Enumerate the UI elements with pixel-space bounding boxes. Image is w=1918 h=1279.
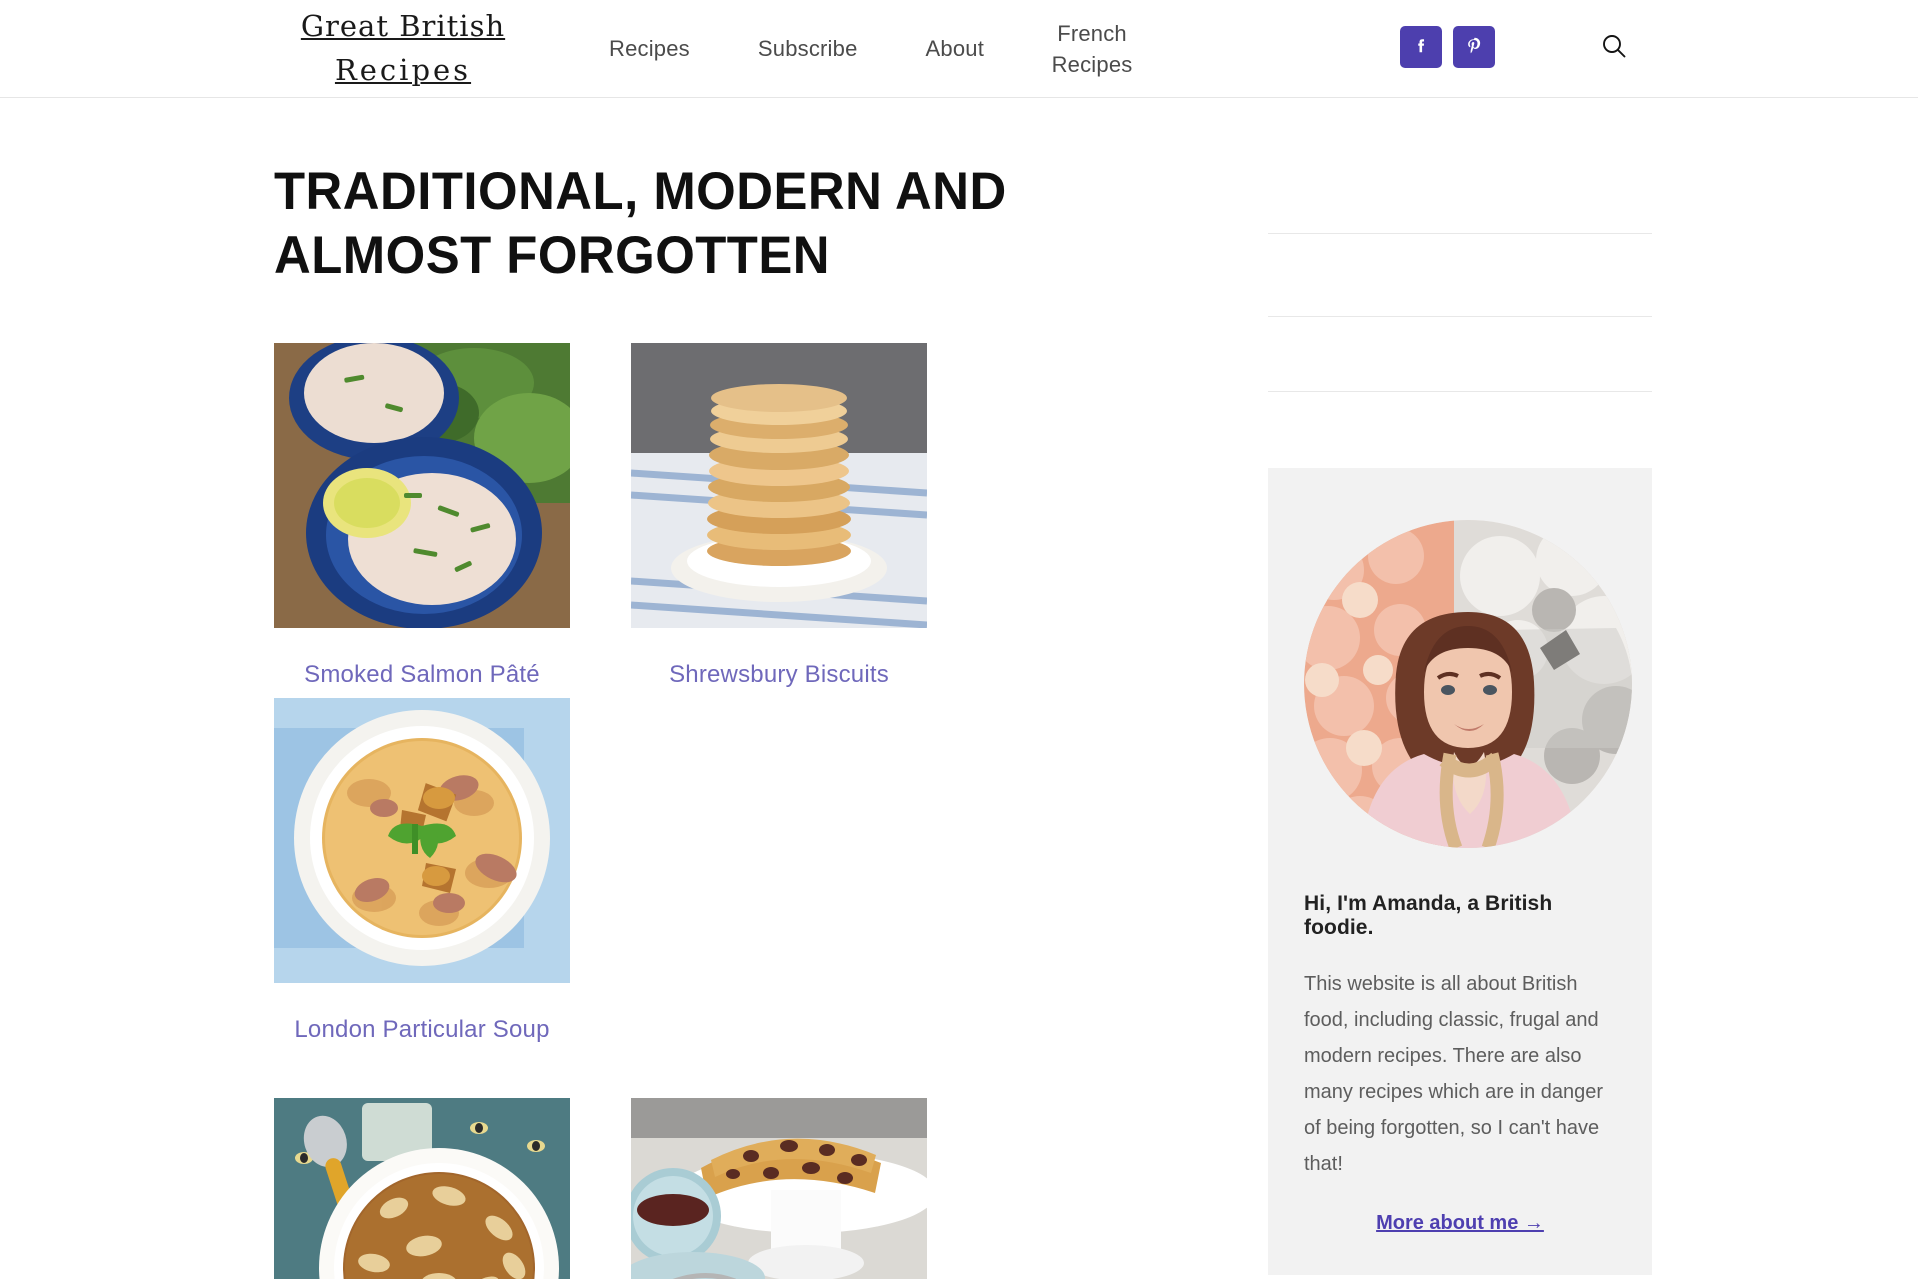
facebook-icon bbox=[1410, 36, 1432, 58]
about-widget: Hi, I'm Amanda, a British foodie. This w… bbox=[1268, 468, 1652, 1275]
recipe-card: Smoked Salmon Pâté bbox=[274, 343, 570, 698]
nav-item-about[interactable]: About bbox=[892, 33, 1019, 64]
avatar bbox=[1304, 520, 1632, 848]
social-links bbox=[1400, 26, 1495, 68]
logo-line-1: Great British bbox=[300, 9, 506, 43]
bio-heading: Hi, I'm Amanda, a British foodie. bbox=[1304, 892, 1553, 939]
pinterest-link[interactable] bbox=[1453, 26, 1495, 68]
recipe-card: Shrewsbury Biscuits bbox=[631, 343, 927, 698]
recipe-thumbnail-shrewsbury-biscuits[interactable] bbox=[631, 343, 927, 628]
page-body: Traditional, Modern and Almost Forgotten bbox=[0, 98, 1918, 1279]
more-about-me-link[interactable]: More about me → bbox=[1376, 1212, 1544, 1235]
main-navigation: Recipes Subscribe About French Recipes bbox=[575, 0, 1152, 97]
grid-row-spacer bbox=[274, 1053, 1184, 1098]
sidebar-ad-slot-top bbox=[1268, 233, 1652, 317]
recipe-thumbnail-smoked-salmon-pate[interactable] bbox=[274, 343, 570, 628]
recipe-title-link[interactable]: Smoked Salmon Pâté bbox=[274, 652, 570, 698]
search-icon bbox=[1599, 32, 1629, 65]
recipe-thumbnail-eves-pudding[interactable] bbox=[274, 1098, 570, 1279]
nav-item-recipes[interactable]: Recipes bbox=[575, 33, 724, 64]
pinterest-icon bbox=[1463, 36, 1485, 58]
page-title: Traditional, Modern and Almost Forgotten bbox=[274, 162, 1007, 285]
recipe-card: London Particular Soup bbox=[274, 698, 570, 1053]
main-content: Traditional, Modern and Almost Forgotten bbox=[274, 98, 1184, 1279]
facebook-link[interactable] bbox=[1400, 26, 1442, 68]
sidebar: Hi, I'm Amanda, a British foodie. This w… bbox=[1268, 98, 1652, 1279]
site-logo[interactable]: Great British Recipes bbox=[272, 4, 534, 92]
recipe-grid: Smoked Salmon Pâté Shrewsbury Biscuits L… bbox=[274, 343, 1184, 1279]
logo-line-2: Recipes bbox=[334, 53, 472, 87]
nav-item-subscribe[interactable]: Subscribe bbox=[724, 33, 892, 64]
sidebar-ad-slot-second bbox=[1268, 391, 1652, 392]
recipe-card: Eve's Pudding bbox=[274, 1098, 570, 1279]
recipe-thumbnail-fruit-loaf[interactable] bbox=[631, 1098, 927, 1279]
site-header: Great British Recipes Recipes Subscribe … bbox=[0, 0, 1918, 98]
search-button[interactable] bbox=[1592, 26, 1636, 70]
recipe-thumbnail-london-particular-soup[interactable] bbox=[274, 698, 570, 983]
recipe-card: Fruit Loaf bbox=[631, 1098, 927, 1279]
nav-item-french-recipes[interactable]: French Recipes bbox=[1032, 18, 1152, 80]
recipe-title-link[interactable]: London Particular Soup bbox=[274, 1007, 570, 1053]
bio-text: This website is all about British food, … bbox=[1304, 973, 1604, 1175]
recipe-title-link[interactable]: Shrewsbury Biscuits bbox=[631, 652, 927, 698]
